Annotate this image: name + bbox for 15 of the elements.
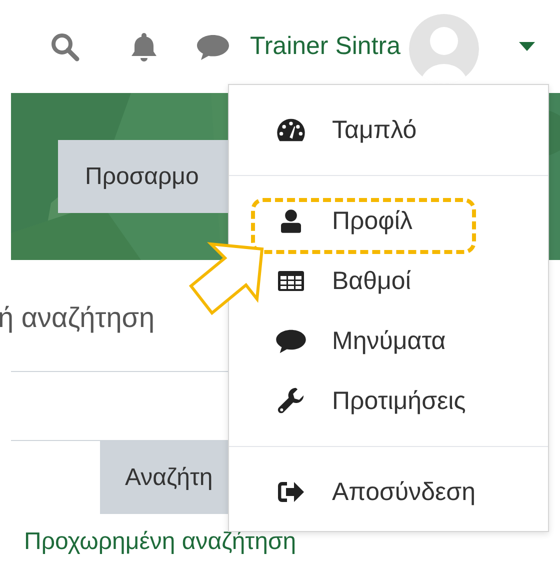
wrench-icon: [277, 387, 305, 415]
menu-item[interactable]: Μηνύματα: [275, 311, 548, 371]
caret-icon[interactable]: [518, 42, 535, 51]
chat-icon[interactable]: [196, 32, 230, 60]
advanced-search-link[interactable]: Προχωρημένη αναζήτηση: [24, 528, 560, 556]
user-name-link[interactable]: Trainer Sintra: [250, 32, 401, 61]
dashboard-icon: [276, 118, 306, 142]
menu-item[interactable]: Βαθμοί: [275, 251, 548, 311]
menu-item[interactable]: Προτιμήσεις: [275, 371, 548, 431]
user-icon: [281, 209, 301, 233]
search-icon[interactable]: [50, 32, 80, 62]
logout-icon: [277, 480, 305, 504]
table-icon: [277, 270, 305, 292]
chat-icon: [275, 328, 307, 354]
bell-icon[interactable]: [129, 30, 159, 62]
